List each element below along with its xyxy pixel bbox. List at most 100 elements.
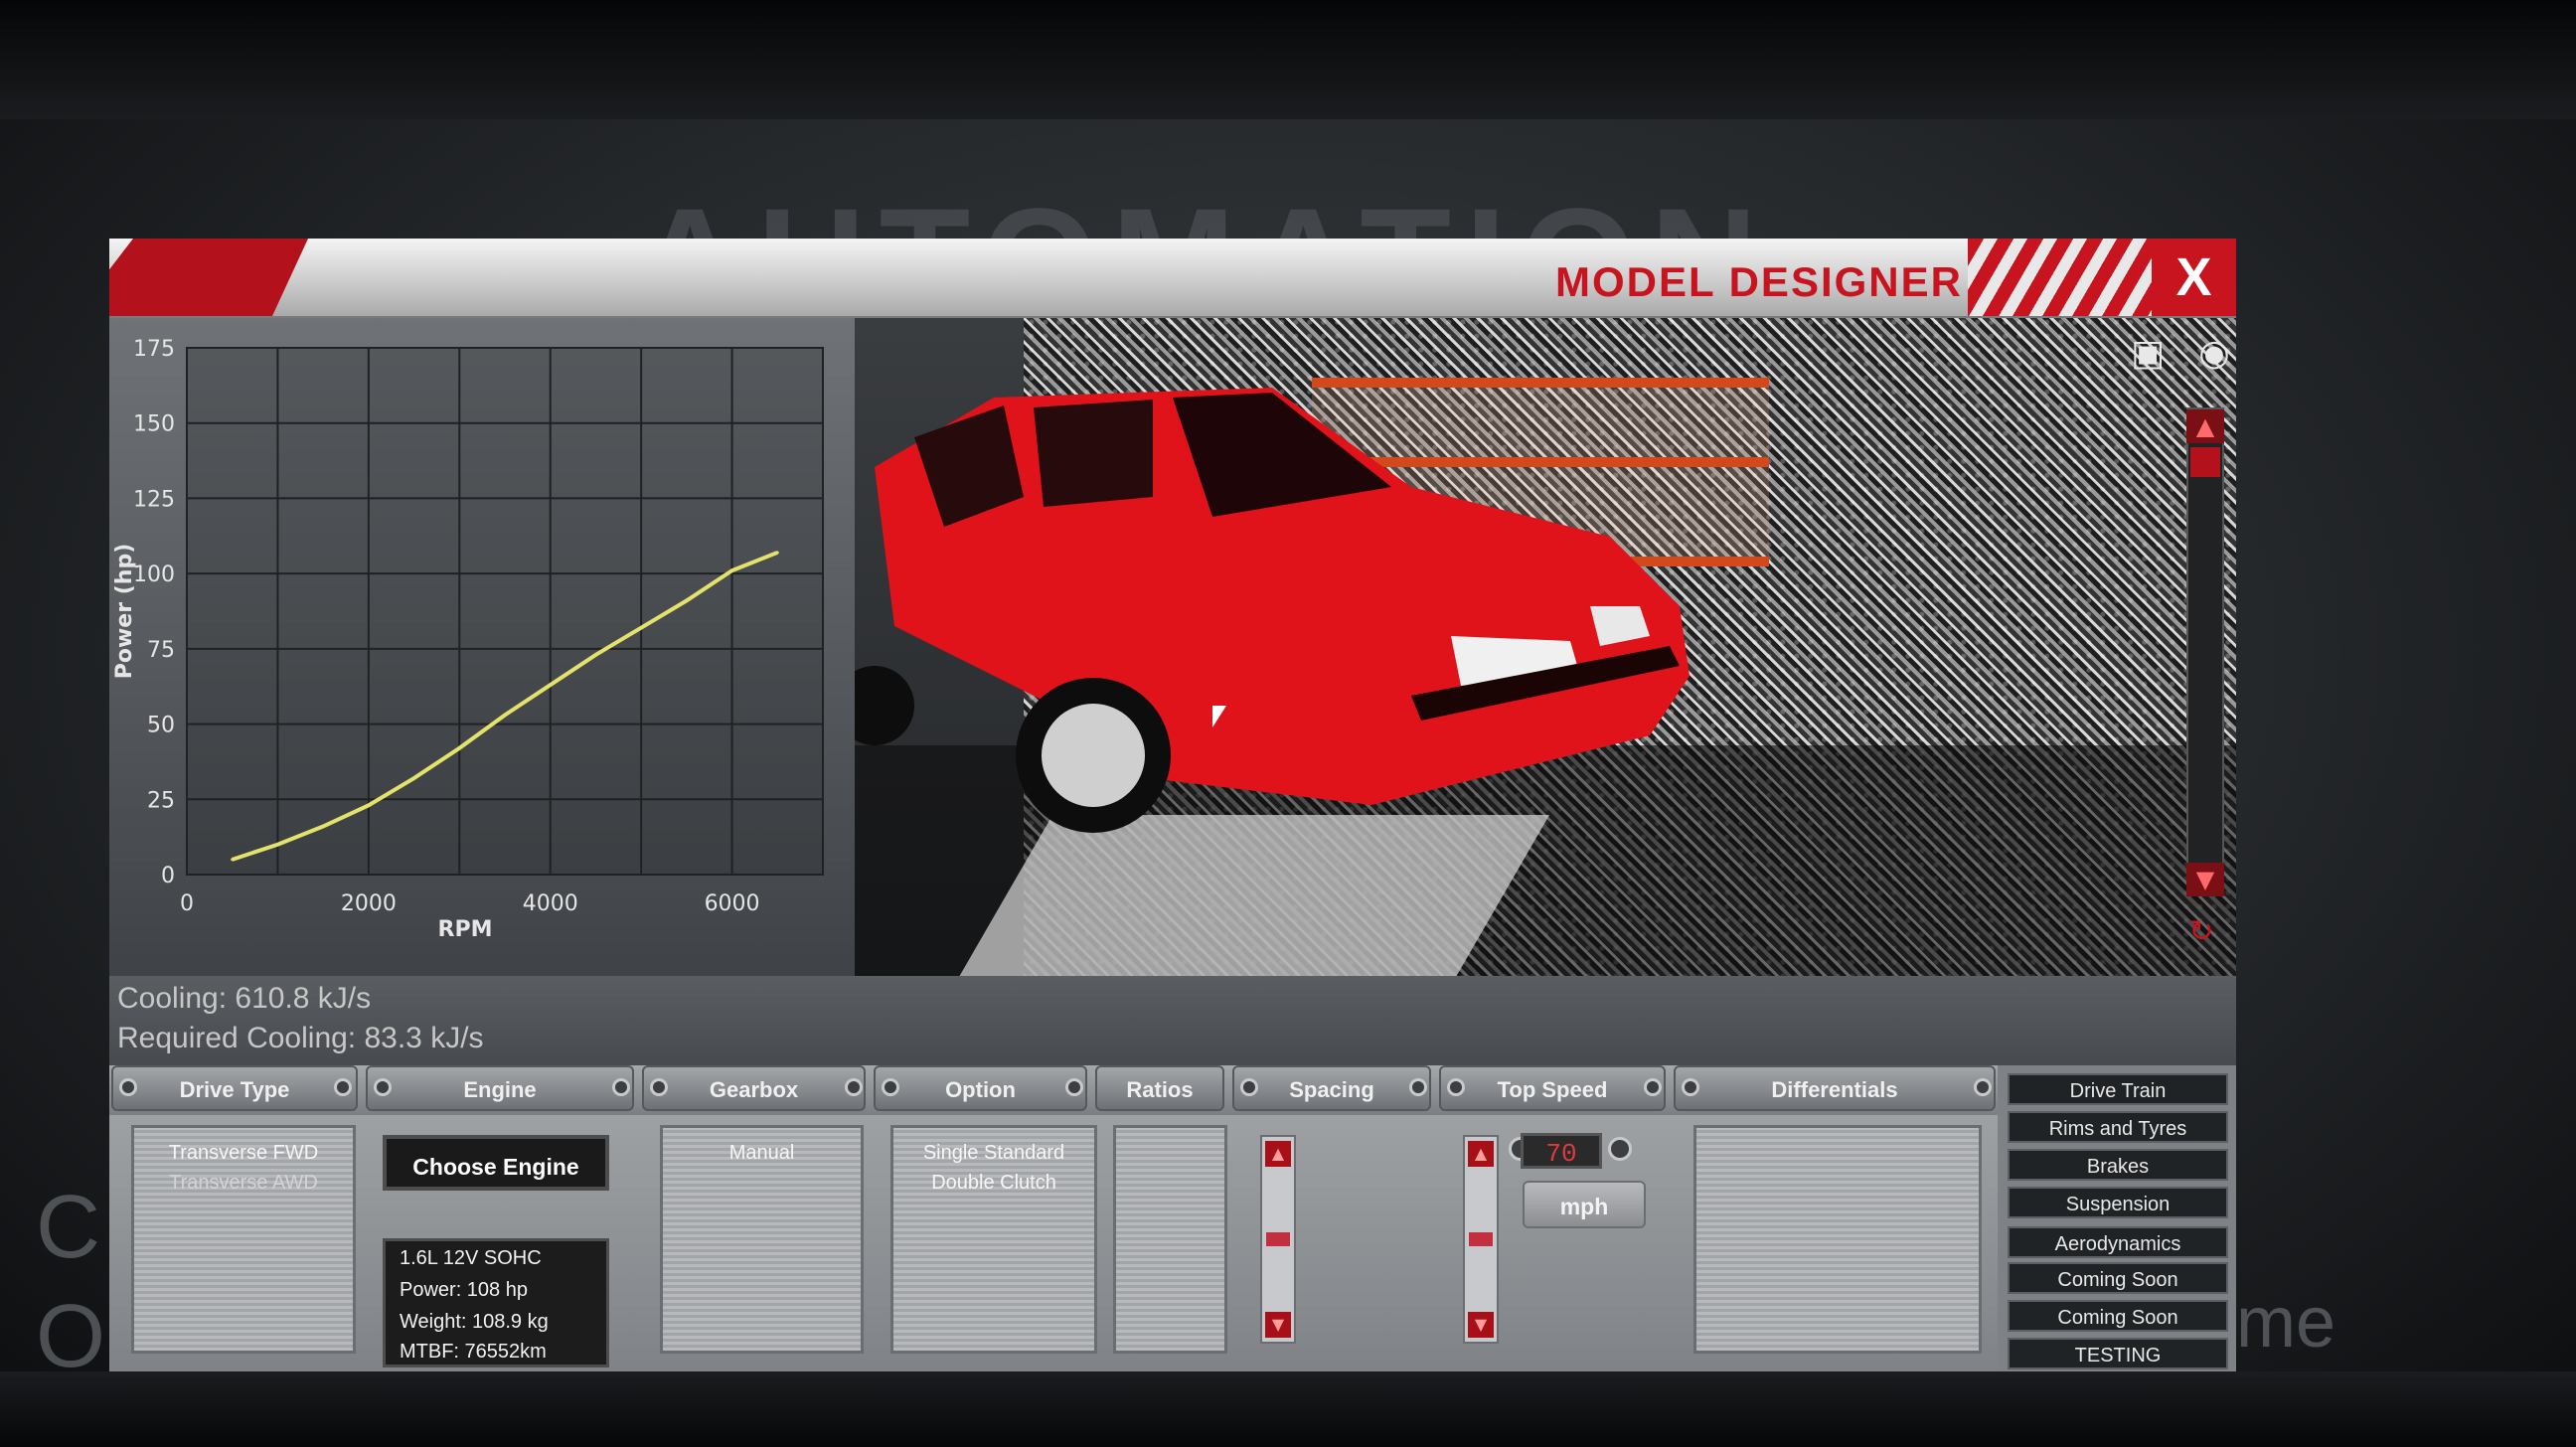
tab-differentials[interactable]: Differentials — [1674, 1065, 1996, 1111]
power-chart: 0 25 50 75 100 125 150 175 0 2000 4000 6000 RPM Power… — [112, 337, 824, 942]
y-tick-label: 150 — [133, 412, 175, 437]
option-list: Single Standard Double Clutch — [890, 1125, 1097, 1354]
tab-label: Drive Type — [179, 1077, 290, 1102]
knob-icon[interactable] — [374, 1078, 392, 1096]
rims-and-tyres-button[interactable]: Rims and Tyres — [2008, 1111, 2228, 1143]
spacing-down-button[interactable]: ▼ — [1265, 1312, 1291, 1338]
knob-icon[interactable] — [1644, 1078, 1662, 1096]
suspension-button[interactable]: Suspension — [2008, 1187, 2228, 1218]
camera-icon[interactable]: ▣ — [2115, 334, 2180, 374]
x-tick-label: 2000 — [341, 891, 397, 916]
drive-type-option[interactable]: Transverse FWD — [134, 1142, 353, 1165]
power-curve-point — [231, 858, 235, 862]
knob-icon[interactable] — [1409, 1078, 1427, 1096]
tab-label: Spacing — [1289, 1077, 1374, 1102]
aerodynamics-button[interactable]: Aerodynamics — [2008, 1226, 2228, 1258]
tab-option[interactable]: Option — [874, 1065, 1087, 1111]
spacing-slider-thumb[interactable] — [1266, 1232, 1290, 1246]
coming-soon-button[interactable]: Coming Soon — [2008, 1300, 2228, 1332]
top-speed-up-button[interactable]: ▲ — [1468, 1141, 1494, 1167]
power-curve-point — [503, 713, 507, 717]
choose-engine-button[interactable]: Choose Engine — [383, 1135, 609, 1191]
option-item[interactable]: Single Standard — [893, 1142, 1094, 1165]
car-viewport[interactable]: ▣ ◉ ▲ ▼ ↻ — [855, 318, 2236, 976]
zoom-scrollbar[interactable] — [2186, 407, 2224, 879]
drive-train-button[interactable]: Drive Train — [2008, 1073, 2228, 1105]
tab-spacing[interactable]: Spacing — [1232, 1065, 1431, 1111]
engine-info-box: 1.6L 12V SOHC Power: 108 hp Weight: 108.… — [383, 1238, 609, 1367]
knob-icon[interactable] — [334, 1078, 352, 1096]
knob-icon[interactable] — [119, 1078, 137, 1096]
y-tick-label: 50 — [147, 714, 175, 738]
car-model — [855, 388, 1690, 833]
top-speed-value[interactable]: 70 — [1521, 1133, 1602, 1169]
coming-soon-button[interactable]: Coming Soon — [2008, 1262, 2228, 1294]
options-content: Transverse FWD Transverse AWD Choose Eng… — [109, 1115, 1998, 1371]
knob-icon[interactable] — [1447, 1078, 1465, 1096]
top-speed-down-button[interactable]: ▼ — [1468, 1312, 1494, 1338]
knob-icon[interactable] — [1240, 1078, 1258, 1096]
power-curve-point — [321, 825, 325, 829]
power-curve-point — [275, 843, 279, 847]
x-tick-label: 4000 — [523, 891, 578, 916]
option-item[interactable]: Double Clutch — [893, 1172, 1094, 1195]
scroll-down-button[interactable]: ▼ — [2186, 863, 2224, 896]
cooling-value: Cooling: 610.8 kJ/s — [117, 982, 372, 1015]
spacing-up-button[interactable]: ▲ — [1265, 1141, 1291, 1167]
tab-top-speed[interactable]: Top Speed — [1439, 1065, 1666, 1111]
x-axis-label: RPM — [438, 917, 493, 942]
x-tick-label: 6000 — [705, 891, 760, 916]
title-stripes — [1968, 239, 2167, 316]
engine-name: 1.6L 12V SOHC — [400, 1247, 542, 1269]
top-speed-slider-thumb[interactable] — [1469, 1232, 1493, 1246]
brakes-button[interactable]: Brakes — [2008, 1149, 2228, 1181]
rotate-icon[interactable]: ↻ — [2176, 914, 2226, 949]
gearbox-list: Manual — [660, 1125, 864, 1354]
power-chart-panel: 0 25 50 75 100 125 150 175 0 2000 4000 6000 RPM Power… — [109, 318, 855, 976]
close-button[interactable]: X — [2152, 239, 2236, 316]
testing-button[interactable]: TESTING — [2008, 1338, 2228, 1369]
y-tick-label: 100 — [133, 563, 175, 587]
drive-type-option[interactable]: Transverse AWD — [134, 1172, 353, 1195]
eye-icon[interactable]: ◉ — [2181, 334, 2236, 374]
tab-gearbox[interactable]: Gearbox — [642, 1065, 866, 1111]
category-tabs: Drive Type Engine Gearbox Option Ratios … — [109, 1065, 1998, 1115]
power-curve-point — [730, 568, 734, 572]
window-title: MODEL DESIGNER — [1555, 258, 1963, 305]
scroll-thumb[interactable] — [2190, 447, 2220, 477]
tab-engine[interactable]: Engine — [366, 1065, 634, 1111]
top-speed-slider[interactable]: ▲ ▼ — [1463, 1135, 1499, 1344]
x-tick-label: 0 — [180, 891, 194, 916]
knob-icon[interactable] — [1065, 1078, 1083, 1096]
ratios-list — [1113, 1125, 1227, 1354]
cooling-stats: Cooling: 610.8 kJ/s Required Cooling: 83… — [109, 976, 2236, 1065]
background-text-left: C O — [36, 1178, 106, 1386]
knob-icon[interactable] — [650, 1078, 668, 1096]
tab-label: Differentials — [1771, 1077, 1898, 1102]
y-tick-label: 75 — [147, 638, 175, 663]
scroll-up-button[interactable]: ▲ — [2186, 409, 2224, 443]
knob-icon[interactable] — [612, 1078, 630, 1096]
y-tick-label: 0 — [161, 864, 175, 888]
tab-label: Engine — [463, 1077, 537, 1102]
power-curve-point — [457, 746, 461, 750]
model-designer-window: MODEL DESIGNER X 0 25 50 75 100 125 150 175 0 200… — [109, 239, 2236, 1371]
knob-icon[interactable] — [882, 1078, 899, 1096]
knob-icon[interactable] — [1682, 1078, 1699, 1096]
gearbox-option[interactable]: Manual — [663, 1142, 861, 1165]
y-axis-label: Power (hp) — [112, 544, 137, 680]
title-bar: MODEL DESIGNER X — [109, 239, 2236, 319]
speed-increase-knob[interactable] — [1608, 1137, 1632, 1161]
knob-icon[interactable] — [1974, 1078, 1992, 1096]
mouse-cursor — [1212, 706, 1226, 727]
engine-mtbf: MTBF: 76552km — [400, 1341, 547, 1363]
spacing-slider[interactable]: ▲ ▼ — [1260, 1135, 1296, 1344]
required-cooling-value: Required Cooling: 83.3 kJ/s — [117, 1022, 484, 1054]
speed-unit-button[interactable]: mph — [1523, 1181, 1646, 1228]
tab-ratios[interactable]: Ratios — [1095, 1065, 1224, 1111]
tab-drive-type[interactable]: Drive Type — [111, 1065, 358, 1111]
power-curve-point — [367, 803, 371, 807]
engine-power: Power: 108 hp — [400, 1279, 528, 1301]
y-tick-label: 175 — [133, 337, 175, 362]
knob-icon[interactable] — [845, 1078, 863, 1096]
